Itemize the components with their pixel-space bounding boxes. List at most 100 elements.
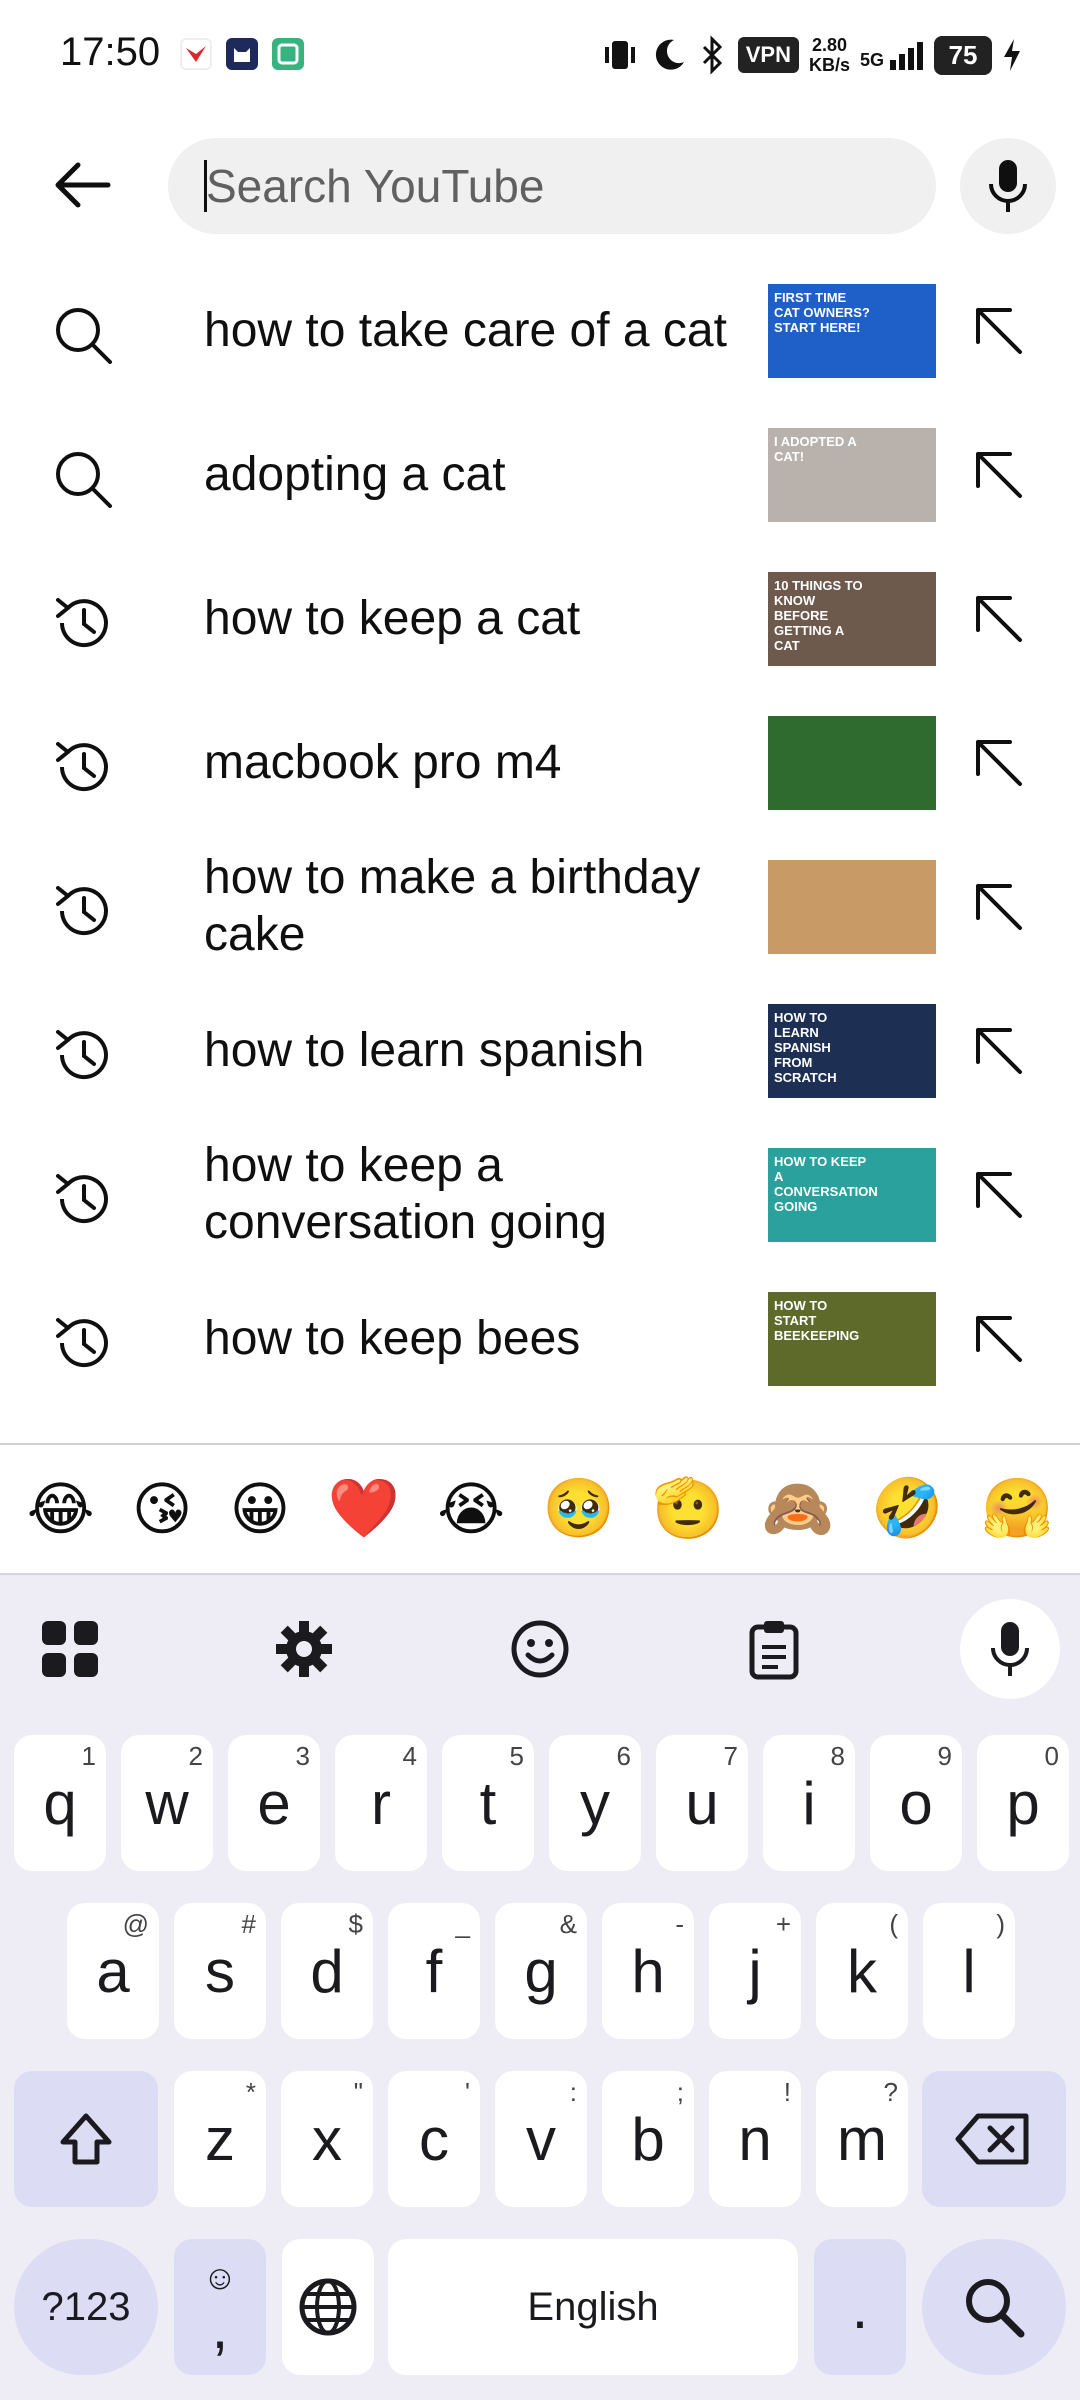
fill-query-arrow-icon[interactable] — [966, 1162, 1032, 1228]
fill-query-arrow-icon[interactable] — [966, 586, 1032, 652]
emoji-suggestion[interactable]: 🫡 — [652, 1475, 724, 1543]
shift-key[interactable] — [14, 2071, 158, 2207]
emoji-suggestion[interactable]: 🙈 — [762, 1475, 834, 1543]
key-label: m — [837, 2105, 887, 2173]
language-key[interactable] — [282, 2239, 374, 2375]
key-label: k — [847, 1937, 877, 2005]
key-k[interactable]: k( — [816, 1903, 908, 2039]
key-z[interactable]: z * — [174, 2071, 266, 2207]
emoji-suggestion[interactable]: 🤣 — [871, 1475, 943, 1543]
settings-button[interactable] — [272, 1617, 336, 1681]
key-w[interactable]: w2 — [121, 1735, 213, 1871]
search-icon — [50, 302, 116, 368]
history-icon — [50, 878, 116, 944]
fill-query-arrow-icon[interactable] — [966, 874, 1032, 940]
network-speed: 2.80 KB/s — [809, 35, 850, 75]
emoji-suggestion[interactable]: 😘 — [132, 1475, 192, 1543]
space-bar[interactable]: English — [388, 2239, 798, 2375]
key-t[interactable]: t5 — [442, 1735, 534, 1871]
key-v[interactable]: v: — [495, 2071, 587, 2207]
key-g[interactable]: g & — [495, 1903, 587, 2039]
arrow-left-icon — [55, 162, 111, 208]
back-button[interactable] — [48, 155, 118, 215]
emoji-suggestion[interactable]: ❤️ — [328, 1475, 400, 1543]
thumbnail-caption: How To Start Beekeeping — [774, 1298, 860, 1343]
key-hint: + — [775, 1909, 791, 1939]
suggestion-row[interactable]: adopting a cat I adopted a cat! — [0, 402, 1080, 546]
key-j[interactable]: j + — [709, 1903, 801, 2039]
key-q[interactable]: q1 — [14, 1735, 106, 1871]
key-i[interactable]: i8 — [763, 1735, 855, 1871]
key-label: g — [524, 1937, 558, 2005]
suggestion-text: how to keep bees — [204, 1311, 581, 1365]
key-label: a — [96, 1937, 130, 2005]
emoji-suggestion[interactable]: 🤗 — [981, 1475, 1053, 1543]
status-icons: VPN 2.80 KB/s 5G 75 — [600, 32, 1022, 78]
suggestion-row[interactable]: macbook pro m4 — [0, 690, 1080, 834]
key-e[interactable]: e3 — [228, 1735, 320, 1871]
search-enter-key[interactable] — [922, 2239, 1066, 2375]
key-f[interactable]: f _ — [388, 1903, 480, 2039]
clipboard-button[interactable] — [742, 1617, 806, 1681]
suggestion-text: macbook pro m4 — [204, 735, 562, 789]
key-y[interactable]: y6 — [549, 1735, 641, 1871]
key-label: d — [310, 1937, 344, 2005]
key-n[interactable]: n! — [709, 2071, 801, 2207]
apps-grid-button[interactable] — [38, 1617, 102, 1681]
suggestion-row[interactable]: how to take care of a cat FIRST TIME CAT … — [0, 258, 1080, 402]
bluetooth-icon — [702, 35, 722, 75]
key-p[interactable]: p0 — [977, 1735, 1069, 1871]
smiley-icon — [511, 1620, 569, 1678]
key-label: English — [527, 2284, 659, 2329]
emoji-suggestion[interactable]: 😂 — [27, 1475, 95, 1543]
key-u[interactable]: u7 — [656, 1735, 748, 1871]
fill-query-arrow-icon[interactable] — [966, 298, 1032, 364]
suggestion-text: how to keep a cat — [204, 591, 581, 645]
key-c[interactable]: c ' — [388, 2071, 480, 2207]
vibrate-icon — [604, 41, 635, 69]
key-l[interactable]: l) — [923, 1903, 1015, 2039]
key-label: v — [526, 2105, 556, 2173]
key-x[interactable]: x " — [281, 2071, 373, 2207]
search-input[interactable] — [206, 138, 906, 234]
key-d[interactable]: d $ — [281, 1903, 373, 2039]
speed-value: 2.80 — [811, 35, 847, 55]
key-hint: 3 — [295, 1741, 310, 1771]
fill-query-arrow-icon[interactable] — [966, 1018, 1032, 1084]
suggestion-row[interactable]: how to keep bees How To Start Beekeeping — [0, 1266, 1080, 1410]
backspace-key[interactable] — [922, 2071, 1066, 2207]
comma-key[interactable]: ☺, — [174, 2239, 266, 2375]
key-m[interactable]: m? — [816, 2071, 908, 2207]
key-h[interactable]: h- — [602, 1903, 694, 2039]
key-hint: # — [241, 1909, 256, 1939]
period-key[interactable]: . — [814, 2239, 906, 2375]
search-box[interactable] — [168, 138, 936, 234]
suggestion-row[interactable]: how to keep a cat 10 THINGS TO KNOW BEFOR… — [0, 546, 1080, 690]
emoji-button[interactable] — [508, 1617, 572, 1681]
keyboard-voice-button[interactable] — [960, 1599, 1060, 1699]
key-s[interactable]: s # — [174, 1903, 266, 2039]
key-r[interactable]: r4 — [335, 1735, 427, 1871]
suggestion-row[interactable]: how to make a birthday cake — [0, 834, 1080, 978]
network-type: 5G — [860, 40, 924, 70]
suggestion-thumbnail: 10 THINGS TO KNOW BEFORE GETTING A CAT — [768, 572, 936, 666]
thumbnail-caption: HOW TO LEARN SPANISH FROM SCRATCH — [774, 1010, 837, 1085]
symbols-key[interactable]: ?123 — [14, 2239, 158, 2375]
suggestion-row[interactable]: how to keep a conversation going HOW TO K… — [0, 1122, 1080, 1266]
emoji-suggestion[interactable]: 😀 — [230, 1475, 290, 1543]
emoji-suggestion[interactable]: 🥹 — [542, 1475, 614, 1543]
suggestion-row[interactable]: how to learn spanish HOW TO LEARN SPANISH… — [0, 978, 1080, 1122]
microphone-icon — [991, 1622, 1029, 1676]
gear-icon — [276, 1621, 332, 1677]
fill-query-arrow-icon[interactable] — [966, 442, 1032, 508]
emoji-suggestion[interactable]: 😭 — [437, 1475, 505, 1543]
key-a[interactable]: a @ — [67, 1903, 159, 2039]
moon-icon — [655, 39, 684, 70]
thumbnail-caption: 10 THINGS TO KNOW BEFORE GETTING A CAT — [774, 578, 863, 653]
search-icon — [50, 446, 116, 512]
fill-query-arrow-icon[interactable] — [966, 1306, 1032, 1372]
fill-query-arrow-icon[interactable] — [966, 730, 1032, 796]
key-o[interactable]: o9 — [870, 1735, 962, 1871]
key-b[interactable]: b; — [602, 2071, 694, 2207]
voice-search-button[interactable] — [960, 138, 1056, 234]
